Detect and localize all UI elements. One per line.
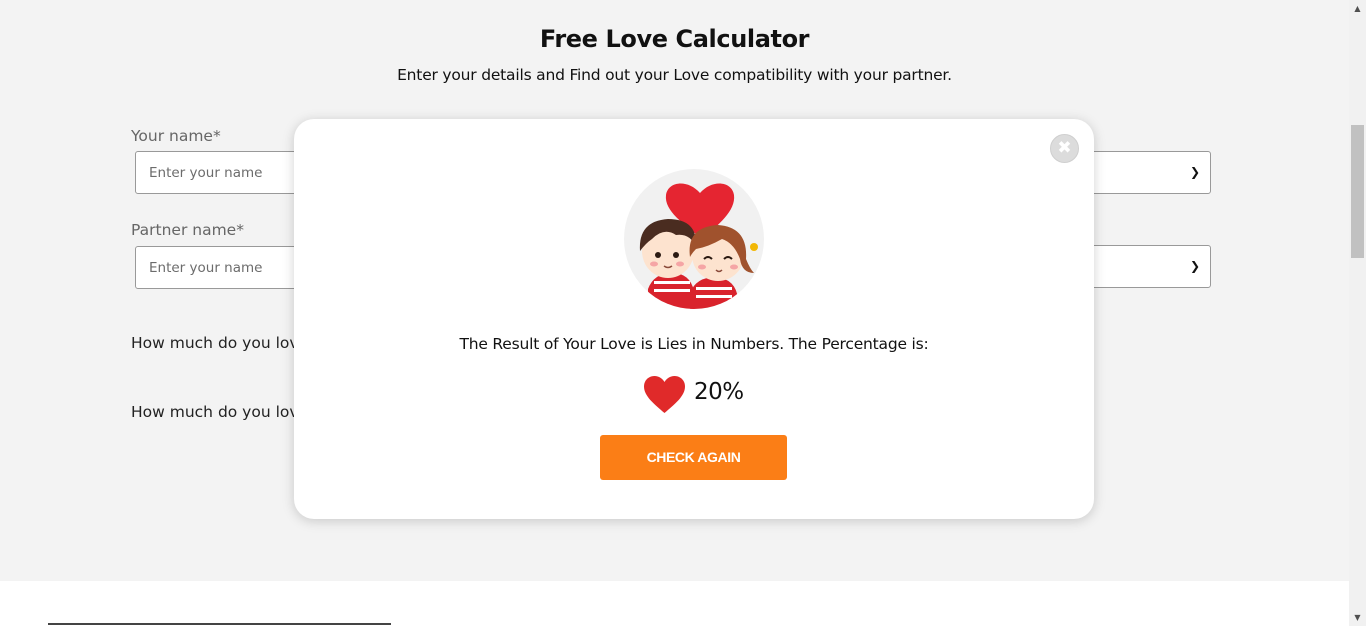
your-name-input[interactable] bbox=[135, 151, 310, 194]
scroll-up-arrow-icon[interactable]: ▲ bbox=[1349, 0, 1366, 17]
partner-name-label: Partner name* bbox=[131, 221, 244, 239]
result-modal: ✖ The Result of Your Love is Lies in Num… bbox=[294, 119, 1094, 519]
scroll-thumb[interactable] bbox=[1351, 125, 1364, 258]
page-subtitle: Enter your details and Find out your Lov… bbox=[397, 66, 952, 84]
chevron-down-icon: ❯ bbox=[1189, 259, 1200, 273]
your-name-label: Your name* bbox=[131, 127, 221, 145]
partner-select[interactable]: ❯ bbox=[1080, 245, 1211, 288]
scroll-down-arrow-icon[interactable]: ▼ bbox=[1349, 609, 1366, 626]
partner-name-input[interactable] bbox=[135, 246, 310, 289]
footer-section bbox=[0, 581, 1349, 626]
check-again-button[interactable]: CHECK AGAIN bbox=[600, 435, 787, 480]
couple-illustration bbox=[624, 169, 764, 309]
percentage-row: 20% bbox=[644, 376, 764, 414]
close-icon[interactable]: ✖ bbox=[1050, 134, 1079, 163]
vertical-scrollbar[interactable]: ▲ ▼ bbox=[1349, 0, 1366, 626]
heart-icon bbox=[644, 376, 685, 413]
chevron-down-icon: ❯ bbox=[1189, 165, 1200, 179]
footer-divider bbox=[48, 623, 391, 625]
love-question-1: How much do you love bbox=[131, 334, 309, 352]
result-text: The Result of Your Love is Lies in Numbe… bbox=[459, 335, 929, 353]
your-select[interactable]: ❯ bbox=[1080, 151, 1211, 194]
page-title: Free Love Calculator bbox=[539, 25, 810, 53]
love-question-2: How much do you love bbox=[131, 403, 309, 421]
percentage-value: 20% bbox=[694, 379, 744, 405]
